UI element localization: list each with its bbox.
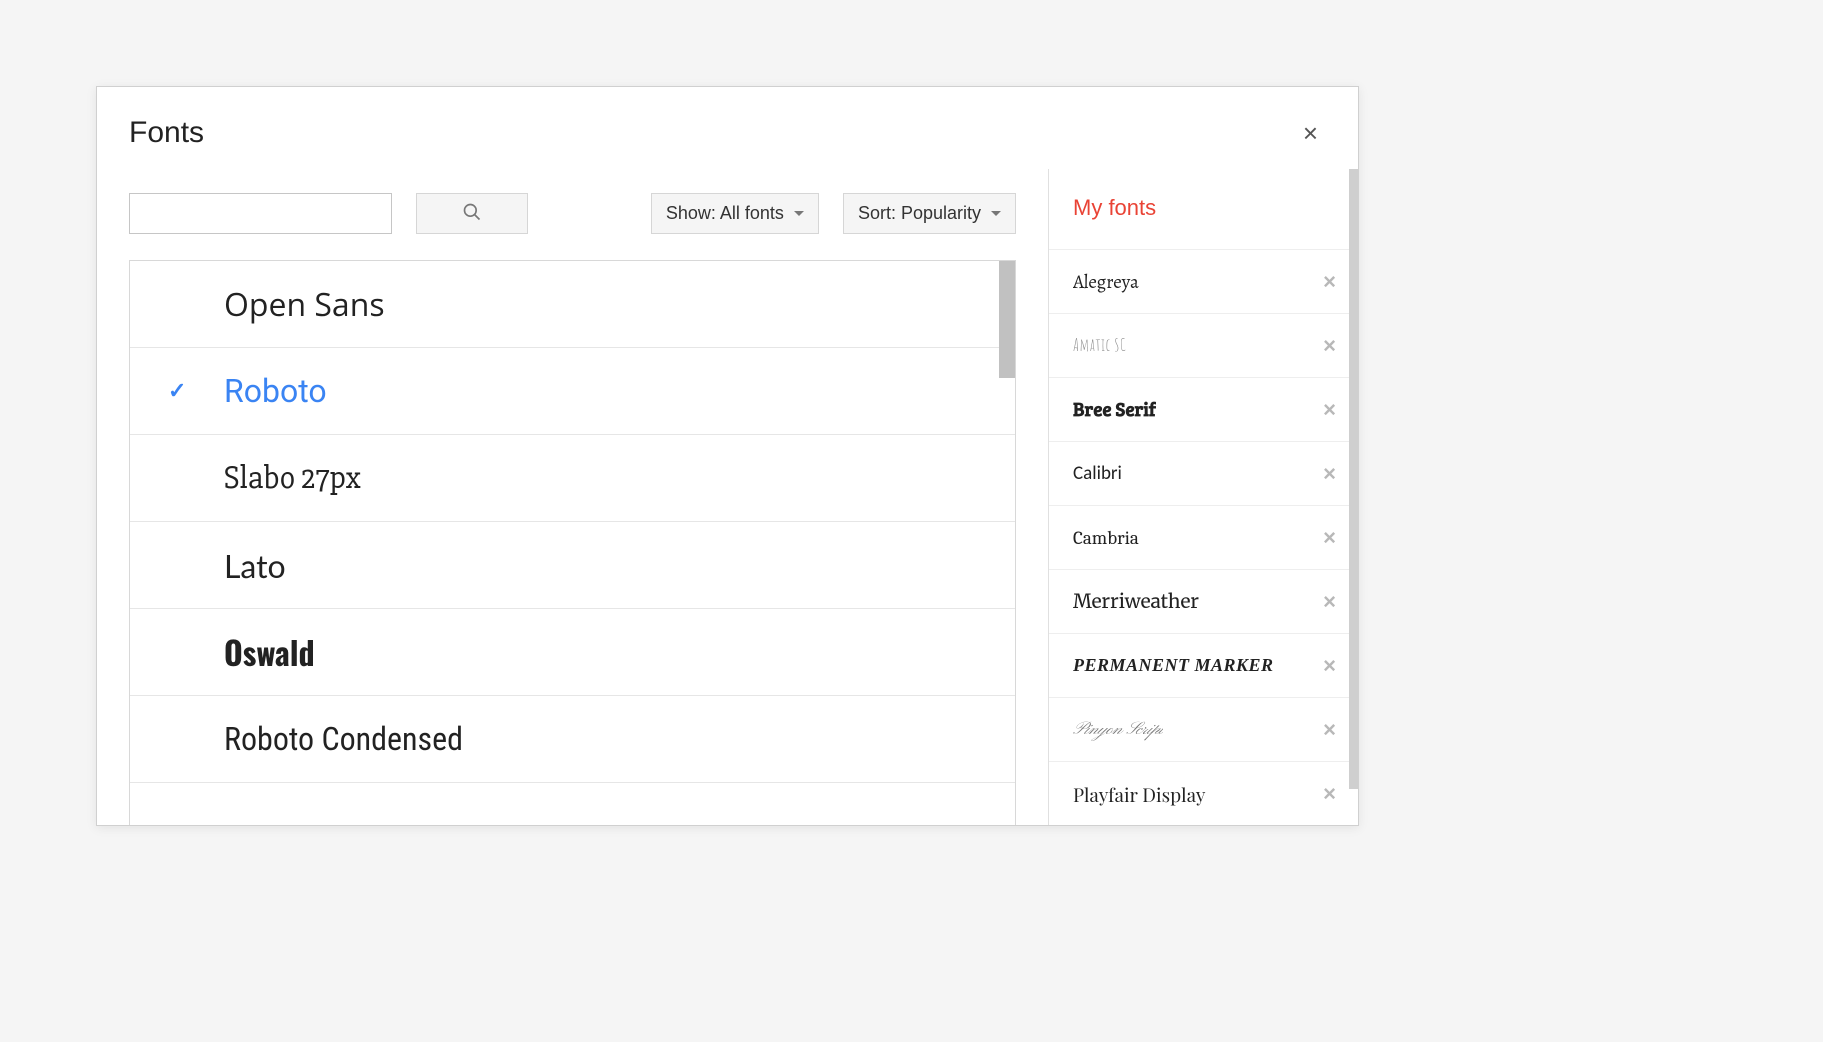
font-list-item[interactable]: Open Sans [130,261,1015,348]
search-button[interactable] [416,193,528,234]
checkmark-icon: ✓ [168,378,186,404]
show-dropdown[interactable]: Show: All fonts [651,193,819,234]
my-font-item[interactable]: Playfair Display × [1049,762,1358,825]
my-font-name-label: Alegreya [1073,269,1139,295]
my-fonts-heading: My fonts [1049,169,1358,249]
font-list-item[interactable]: Oswald [130,609,1015,696]
font-name-label: Roboto [224,372,327,410]
my-fonts-pane: My fonts Alegreya×Amatic SC×Bree Serif×C… [1048,169,1358,825]
my-font-item[interactable]: Pinyon Script × [1049,698,1358,762]
remove-font-button[interactable]: × [1319,267,1340,297]
my-font-item[interactable]: Amatic SC × [1049,314,1358,378]
my-font-item[interactable]: Cambria × [1049,506,1358,570]
my-font-item[interactable]: Merriweather × [1049,570,1358,634]
my-font-item[interactable]: Permanent Marker × [1049,634,1358,698]
my-font-name-label: Calibri [1073,462,1122,485]
font-list-item[interactable]: ✓ Roboto [130,348,1015,435]
font-list-item[interactable]: Lato [130,522,1015,609]
remove-font-button[interactable]: × [1319,459,1340,489]
remove-font-button[interactable]: × [1319,715,1340,745]
chevron-down-icon [991,211,1001,216]
sort-dropdown-label: Sort: Popularity [858,203,981,224]
chevron-down-icon [794,211,804,216]
my-font-item[interactable]: Calibri × [1049,442,1358,506]
remove-font-button[interactable]: × [1319,331,1340,361]
remove-font-button[interactable]: × [1319,523,1340,553]
controls-row: Show: All fonts Sort: Popularity [129,177,1016,260]
dialog-title: Fonts [129,116,204,150]
my-font-name-label: Cambria [1073,527,1139,549]
my-font-name-label: Pinyon Script [1073,718,1163,741]
font-name-label: Lato [224,546,286,585]
font-name-label: Open Sans [224,283,385,326]
my-fonts-list[interactable]: Alegreya×Amatic SC×Bree Serif×Calibri×Ca… [1049,249,1358,825]
search-input[interactable] [129,193,392,234]
my-font-name-label: Amatic SC [1073,335,1126,356]
my-font-name-label: Playfair Display [1073,781,1206,807]
scrollbar-thumb[interactable] [1349,169,1358,789]
font-name-label: Oswald [224,629,315,676]
remove-font-button[interactable]: × [1319,395,1340,425]
show-dropdown-label: Show: All fonts [666,203,784,224]
font-name-label: Roboto Condensed [224,720,463,758]
font-name-label: Slabo 27px [224,459,360,498]
my-font-item[interactable]: Alegreya × [1049,250,1358,314]
font-list[interactable]: Open Sans ✓ Roboto Slabo 27px Lato Oswald Robo… [130,261,1015,825]
check-column: ✓ [162,378,224,404]
left-pane: Show: All fonts Sort: Popularity Open Sa… [97,169,1048,825]
search-icon [462,202,482,225]
close-button[interactable]: × [1295,116,1326,150]
my-font-name-label: Permanent Marker [1073,655,1274,676]
remove-font-button[interactable]: × [1319,587,1340,617]
my-font-item[interactable]: Bree Serif × [1049,378,1358,442]
remove-font-button[interactable]: × [1319,651,1340,681]
fonts-dialog: Fonts × Show: All fonts Sort: Popularity [96,86,1359,826]
remove-font-button[interactable]: × [1319,779,1340,809]
dialog-body: Show: All fonts Sort: Popularity Open Sa… [97,169,1358,825]
font-list-item[interactable]: Slabo 27px [130,435,1015,522]
sort-dropdown[interactable]: Sort: Popularity [843,193,1016,234]
font-list-item[interactable]: Roboto Condensed [130,696,1015,783]
my-font-name-label: Merriweather [1073,590,1199,614]
my-font-name-label: Bree Serif [1073,397,1156,422]
font-list-container: Open Sans ✓ Roboto Slabo 27px Lato Oswald Robo… [129,260,1016,825]
dialog-header: Fonts × [97,87,1358,169]
scrollbar-thumb[interactable] [999,261,1015,378]
